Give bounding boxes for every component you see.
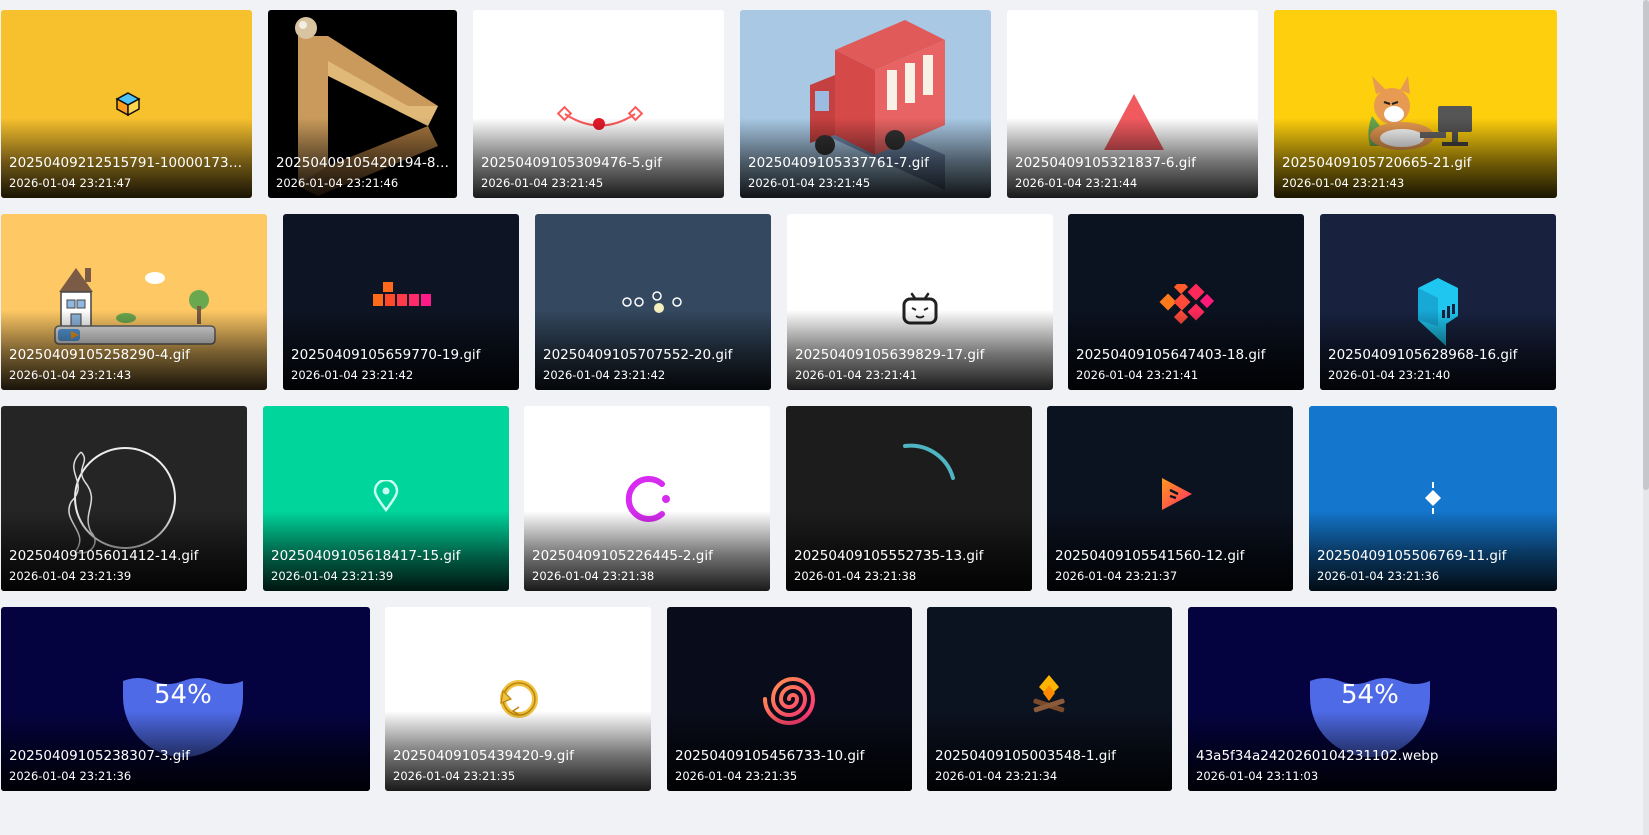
file-date: 2026-01-04 23:21:47 — [9, 176, 132, 190]
file-name: 20250409105628968-16.gif — [1328, 347, 1518, 363]
file-date: 2026-01-04 23:21:45 — [481, 176, 604, 190]
gallery-card[interactable]: 20250409105321837-6.gif 2026-01-04 23:21… — [1007, 10, 1258, 198]
file-date: 2026-01-04 23:21:38 — [794, 569, 917, 583]
gauge-percent: 54% — [1341, 680, 1399, 710]
gallery-card[interactable]: 20250409105309476-5.gif 2026-01-04 23:21… — [473, 10, 724, 198]
gallery-card[interactable]: 20250409105003548-1.gif 2026-01-04 23:21… — [927, 607, 1172, 791]
file-date: 2026-01-04 23:21:38 — [532, 569, 655, 583]
gallery-card[interactable]: 20250409105456733-10.gif 2026-01-04 23:2… — [667, 607, 912, 791]
gallery-card[interactable]: 20250409105601412-14.gif 2026-01-04 23:2… — [1, 406, 247, 591]
file-name: 20250409212515791-100001739... — [9, 155, 244, 171]
file-name: 20250409105420194-8.gif — [276, 155, 449, 171]
file-date: 2026-01-04 23:21:45 — [748, 176, 871, 190]
file-name: 20250409105552735-13.gif — [794, 548, 984, 564]
file-date: 2026-01-04 23:21:35 — [393, 769, 516, 783]
cube-icon — [115, 92, 141, 117]
gallery-card[interactable]: 20250409212515791-100001739... 2026-01-0… — [1, 10, 252, 198]
file-name: 20250409105238307-3.gif — [9, 748, 190, 764]
gallery-card[interactable]: 20250409105337761-7.gif 2026-01-04 23:21… — [740, 10, 991, 198]
file-date: 2026-01-04 23:21:46 — [276, 176, 399, 190]
file-name: 20250409105456733-10.gif — [675, 748, 865, 764]
file-name: 20250409105506769-11.gif — [1317, 548, 1507, 564]
file-date: 2026-01-04 23:21:35 — [675, 769, 798, 783]
gallery-card[interactable]: 20250409105420194-8.gif 2026-01-04 23:21… — [268, 10, 457, 198]
file-date: 2026-01-04 23:21:39 — [9, 569, 132, 583]
gallery-card[interactable]: 20250409105552735-13.gif 2026-01-04 23:2… — [786, 406, 1032, 591]
file-name: 20250409105720665-21.gif — [1282, 155, 1472, 171]
gallery-card[interactable]: 20250409105618417-15.gif 2026-01-04 23:2… — [263, 406, 509, 591]
file-name: 20250409105309476-5.gif — [481, 155, 662, 171]
teal-arc-icon — [903, 443, 955, 480]
file-date: 2026-01-04 23:21:40 — [1328, 368, 1451, 382]
gallery-card[interactable]: 20250409105226445-2.gif 2026-01-04 23:21… — [524, 406, 770, 591]
file-date: 2026-01-04 23:21:36 — [1317, 569, 1440, 583]
file-name: 43a5f34a2420260104231102.webp — [1196, 748, 1439, 764]
play-logo-icon — [1162, 478, 1192, 510]
file-name: 20250409105321837-6.gif — [1015, 155, 1196, 171]
gallery-card[interactable]: 20250409105628968-16.gif 2026-01-04 23:2… — [1320, 214, 1556, 390]
gallery-card[interactable]: 54% 20250409105238307-3.gif 2026-01-04 2… — [1, 607, 370, 791]
gallery-grid: 20250409212515791-100001739... 2026-01-0… — [0, 0, 1649, 835]
file-name: 20250409105601412-14.gif — [9, 548, 199, 564]
gallery-card[interactable]: 20250409105541560-12.gif 2026-01-04 23:2… — [1047, 406, 1293, 591]
file-name: 20250409105618417-15.gif — [271, 548, 461, 564]
gallery-card[interactable]: 20250409105707552-20.gif 2026-01-04 23:2… — [535, 214, 771, 390]
file-date: 2026-01-04 23:21:34 — [935, 769, 1058, 783]
gallery-card[interactable]: 20250409105439420-9.gif 2026-01-04 23:21… — [385, 607, 651, 791]
gallery-card[interactable]: 20250409105647403-18.gif 2026-01-04 23:2… — [1068, 214, 1304, 390]
file-name: 20250409105541560-12.gif — [1055, 548, 1245, 564]
file-date: 2026-01-04 23:21:41 — [795, 368, 918, 382]
file-date: 2026-01-04 23:21:36 — [9, 769, 132, 783]
file-name: 20250409105258290-4.gif — [9, 347, 190, 363]
file-date: 2026-01-04 23:21:39 — [271, 569, 394, 583]
file-name: 20250409105226445-2.gif — [532, 548, 713, 564]
gallery-card[interactable]: 20250409105659770-19.gif 2026-01-04 23:2… — [283, 214, 519, 390]
blocks-icon — [373, 282, 431, 306]
file-name: 20250409105647403-18.gif — [1076, 347, 1266, 363]
file-date: 2026-01-04 23:21:44 — [1015, 176, 1138, 190]
gauge-percent: 54% — [154, 680, 212, 710]
file-name: 20250409105439420-9.gif — [393, 748, 574, 764]
file-name: 20250409105707552-20.gif — [543, 347, 733, 363]
scrollbar-thumb[interactable] — [1643, 0, 1649, 490]
file-date: 2026-01-04 23:21:42 — [543, 368, 666, 382]
gallery-card[interactable]: 20250409105639829-17.gif 2026-01-04 23:2… — [787, 214, 1053, 390]
file-name: 20250409105639829-17.gif — [795, 347, 985, 363]
file-name: 20250409105003548-1.gif — [935, 748, 1116, 764]
vertical-scrollbar[interactable] — [1643, 0, 1649, 835]
gallery-card[interactable]: 20250409105258290-4.gif 2026-01-04 23:21… — [1, 214, 267, 390]
file-date: 2026-01-04 23:11:03 — [1196, 769, 1319, 783]
file-date: 2026-01-04 23:21:43 — [9, 368, 132, 382]
gallery-card[interactable]: 20250409105720665-21.gif 2026-01-04 23:2… — [1274, 10, 1557, 198]
file-name: 20250409105659770-19.gif — [291, 347, 481, 363]
gallery-card[interactable]: 20250409105506769-11.gif 2026-01-04 23:2… — [1309, 406, 1557, 591]
file-name: 20250409105337761-7.gif — [748, 155, 929, 171]
file-date: 2026-01-04 23:21:43 — [1282, 176, 1405, 190]
file-date: 2026-01-04 23:21:41 — [1076, 368, 1199, 382]
file-date: 2026-01-04 23:21:42 — [291, 368, 414, 382]
gallery-card[interactable]: 54% 43a5f34a2420260104231102.webp 2026-0… — [1188, 607, 1557, 791]
file-date: 2026-01-04 23:21:37 — [1055, 569, 1178, 583]
location-pin-icon — [373, 480, 399, 512]
